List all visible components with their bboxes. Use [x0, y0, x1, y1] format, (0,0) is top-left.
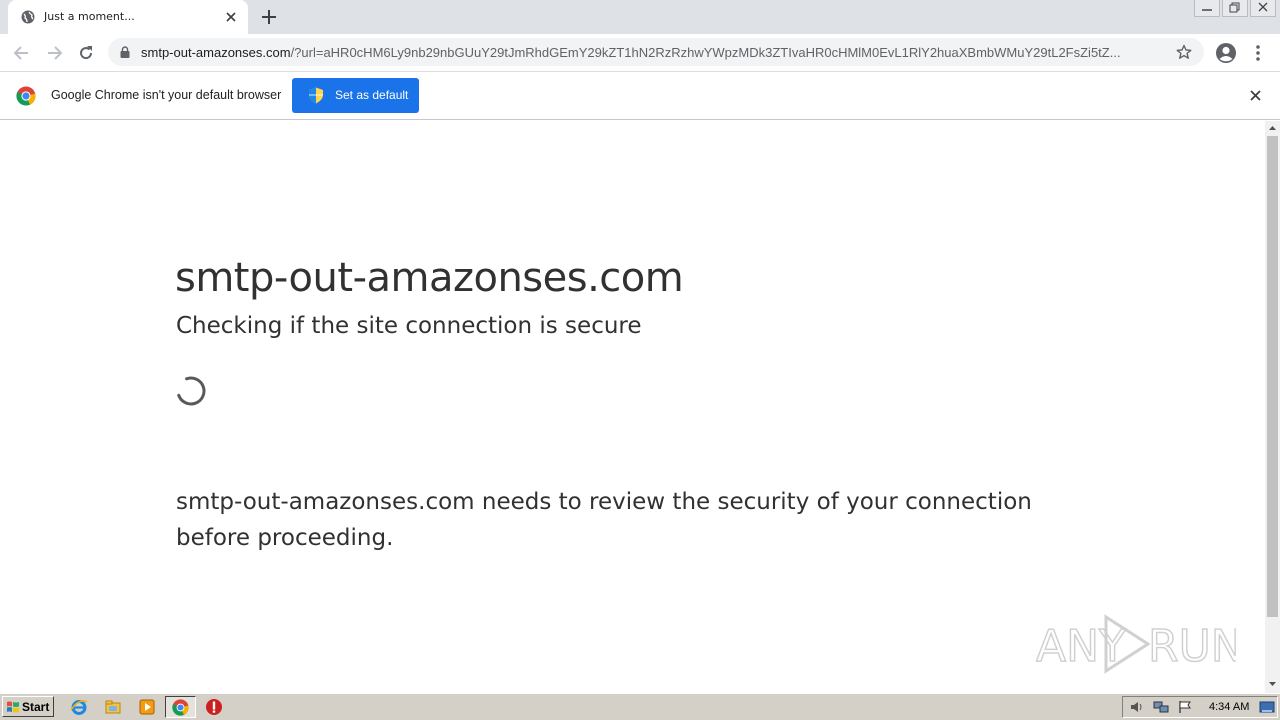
more-menu-icon[interactable] — [1252, 43, 1264, 63]
vertical-scrollbar[interactable] — [1265, 121, 1280, 693]
page-heading: smtp-out-amazonses.com — [175, 255, 684, 301]
windows-flag-icon — [7, 701, 19, 713]
close-icon — [1258, 2, 1268, 12]
minimize-button[interactable] — [1194, 0, 1220, 17]
taskbar-clock: 4:34 AM — [1209, 701, 1250, 713]
restore-button[interactable] — [1222, 0, 1248, 17]
restore-icon — [1229, 2, 1240, 13]
default-browser-infobar: Google Chrome isn't your default browser… — [0, 71, 1280, 120]
infobar-close-icon[interactable] — [1249, 89, 1262, 102]
address-bar[interactable]: smtp-out-amazonses.com/?url=aHR0cHM6Ly9n… — [108, 38, 1204, 66]
infobar-message: Google Chrome isn't your default browser — [51, 88, 282, 102]
shield-icon — [309, 87, 323, 104]
show-desktop-icon[interactable] — [1259, 700, 1275, 714]
url-text: smtp-out-amazonses.com/?url=aHR0cHM6Ly9n… — [141, 45, 1166, 60]
scroll-down-icon[interactable] — [1265, 677, 1280, 691]
stop-icon[interactable] — [205, 698, 223, 716]
browser-tab[interactable]: Just a moment... — [8, 0, 248, 34]
profile-avatar-icon[interactable] — [1215, 42, 1237, 64]
browser-toolbar: smtp-out-amazonses.com/?url=aHR0cHM6Ly9n… — [0, 34, 1280, 71]
svg-text:RUN: RUN — [1148, 621, 1236, 672]
set-as-default-button[interactable]: Set as default — [292, 78, 419, 113]
new-tab-icon[interactable] — [260, 8, 278, 26]
back-icon[interactable] — [12, 43, 32, 63]
minimize-icon — [1202, 9, 1212, 11]
scrollbar-thumb[interactable] — [1267, 136, 1278, 617]
security-review-text: smtp-out-amazonses.com needs to review t… — [176, 489, 1032, 551]
scroll-up-icon[interactable] — [1265, 121, 1280, 135]
loading-spinner-icon — [176, 376, 206, 406]
anyrun-watermark: ANY RUN — [1036, 614, 1236, 674]
url-path: /?url=aHR0cHM6Ly9nb29nbGUuY29tJmRhdGEmY2… — [290, 45, 1121, 60]
chrome-icon — [172, 699, 189, 716]
network-icon[interactable] — [1153, 700, 1169, 714]
tab-title: Just a moment... — [44, 10, 135, 23]
system-tray: 4:34 AM — [1122, 696, 1278, 718]
tab-strip: Just a moment... — [0, 0, 1280, 34]
page-subheading: Checking if the site connection is secur… — [176, 313, 642, 339]
reload-icon[interactable] — [76, 43, 96, 63]
svg-text:ANY: ANY — [1036, 621, 1126, 672]
tab-close-icon[interactable] — [224, 10, 238, 24]
chrome-taskbar-button[interactable] — [165, 696, 196, 718]
media-player-icon[interactable] — [138, 698, 156, 716]
action-center-flag-icon[interactable] — [1177, 700, 1193, 714]
lock-icon — [120, 46, 130, 58]
globe-icon — [21, 10, 35, 24]
start-label: Start — [22, 700, 50, 714]
forward-icon[interactable] — [44, 43, 64, 63]
url-host: smtp-out-amazonses.com — [141, 45, 291, 60]
ie-icon[interactable] — [70, 698, 88, 716]
page-content: smtp-out-amazonses.com Checking if the s… — [0, 121, 1265, 693]
volume-icon[interactable] — [1129, 700, 1145, 714]
start-button[interactable]: Start — [2, 696, 54, 717]
set-as-default-label: Set as default — [335, 88, 409, 102]
bookmark-star-icon[interactable] — [1176, 44, 1192, 60]
window-controls — [1192, 0, 1276, 20]
explorer-icon[interactable] — [104, 698, 122, 716]
chrome-logo-icon — [16, 86, 36, 106]
windows-taskbar: Start 4:34 AM — [0, 693, 1280, 720]
close-window-button[interactable] — [1250, 0, 1276, 17]
